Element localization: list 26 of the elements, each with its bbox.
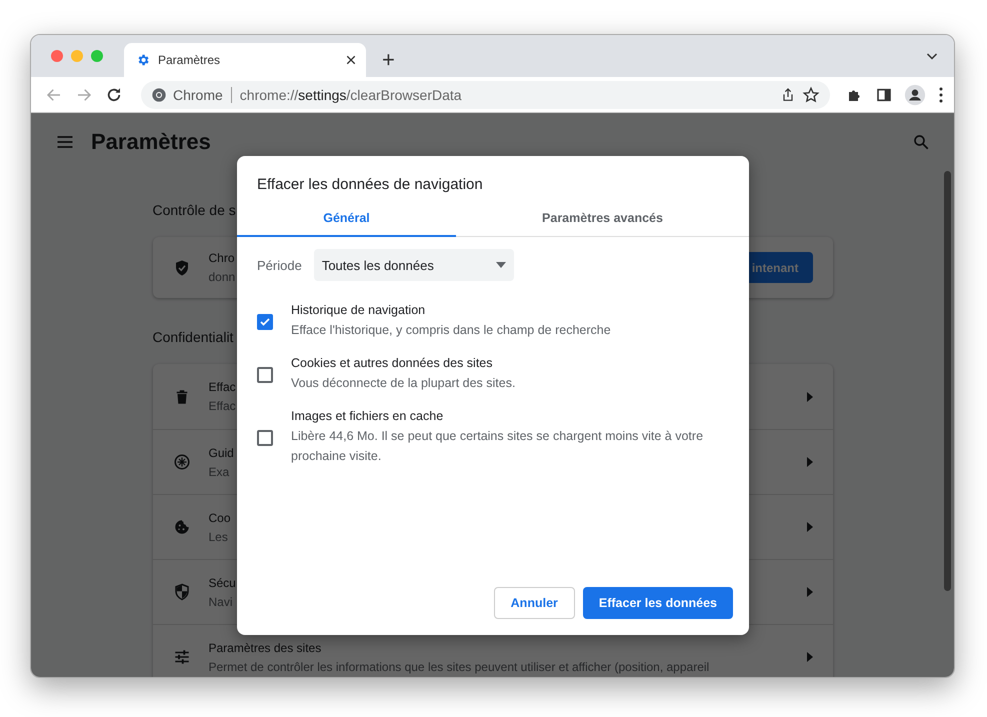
option-description: Efface l'historique, y compris dans le champ de recherche: [291, 322, 611, 339]
row-description: Permet de contrôler les informations que les sites peuvent utiliser et afficher (position, appareil: [208, 660, 710, 674]
row-description: Les: [208, 530, 228, 544]
row-title: Sécu: [208, 576, 236, 590]
option-description: Libère 44,6 Mo. Il se peut que certains sites se chargent moins vite à votre prochaine visite.: [291, 428, 704, 465]
page-title: Paramètres: [91, 129, 211, 155]
option-title: Images et fichiers en cache: [291, 409, 444, 424]
row-title: Chro: [208, 251, 235, 265]
row-description: Effac: [208, 399, 236, 413]
row-title: Coo: [208, 510, 231, 524]
section-heading: Confidentialit: [152, 329, 234, 345]
row-description: donn: [208, 270, 236, 284]
row-title: Guid: [208, 446, 234, 460]
site-label: Chrome: [173, 86, 232, 102]
option-title: Historique de navigation: [291, 303, 426, 318]
period-label: Période: [257, 258, 302, 272]
row-description: Navi: [208, 594, 233, 608]
row-title: Effac: [208, 380, 236, 394]
option-description: Vous déconnecte de la plupart des sites.: [291, 375, 516, 392]
row-title: Paramètres des sites: [208, 640, 322, 654]
option-title: Cookies et autres données des sites: [291, 356, 494, 371]
section-heading: Contrôle de s: [152, 202, 236, 218]
row-description: Exa: [208, 464, 230, 478]
url-text: chrome://settings/clearBrowserData: [238, 86, 463, 102]
dialog-title: Effacer les données de navigation: [256, 175, 484, 193]
tab-title: Paramètres: [158, 53, 222, 67]
